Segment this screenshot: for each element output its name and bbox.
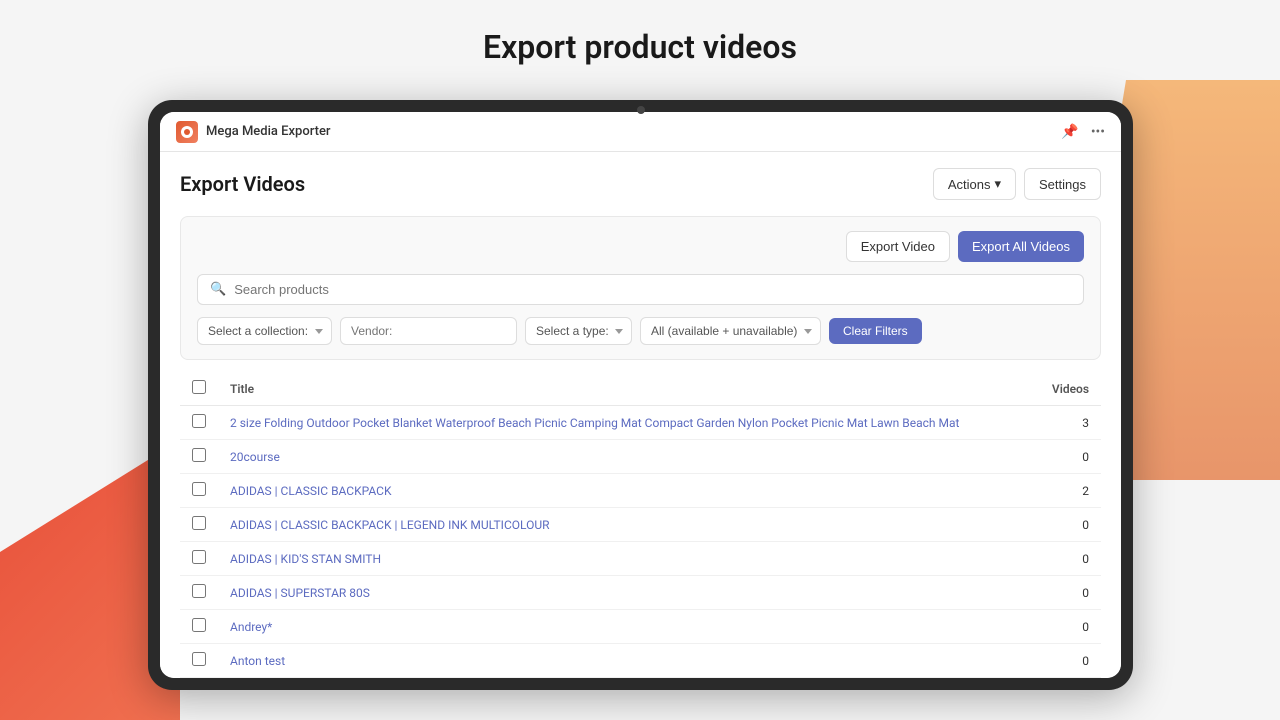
- table-row: ADIDAS | CLASSIC BACKPACK | LEGEND INK M…: [180, 508, 1101, 542]
- row-checkbox-cell: [180, 610, 218, 644]
- settings-button[interactable]: Settings: [1024, 168, 1101, 200]
- table-row: 20course 0: [180, 440, 1101, 474]
- row-checkbox-cell: [180, 576, 218, 610]
- app-header: Mega Media Exporter 📌 •••: [160, 112, 1121, 152]
- table-row: ADIDAS | KID'S STAN SMITH 0: [180, 542, 1101, 576]
- product-videos-cell: 0: [1035, 644, 1101, 678]
- product-title-link-4[interactable]: ADIDAS | KID'S STAN SMITH: [230, 552, 381, 566]
- filters-row: Select a collection: Select a type: All …: [197, 317, 1084, 345]
- toolbar-buttons: Export Video Export All Videos: [846, 231, 1084, 262]
- table-row: Andrey* 0: [180, 610, 1101, 644]
- toolbar-area: Export Video Export All Videos 🔍 Select …: [180, 216, 1101, 360]
- app-header-right: 📌 •••: [1061, 124, 1105, 140]
- product-title-cell: ADIDAS | SUPERSTAR 80S: [218, 576, 1035, 610]
- app-name-label: Mega Media Exporter: [206, 124, 331, 139]
- export-videos-heading: Export Videos: [180, 172, 305, 196]
- header-buttons: Actions ▾ Settings: [933, 168, 1101, 200]
- table-header-row: Title Videos: [180, 372, 1101, 406]
- select-all-checkbox[interactable]: [192, 380, 206, 394]
- row-checkbox-1[interactable]: [192, 448, 206, 462]
- search-bar: 🔍: [197, 274, 1084, 305]
- product-videos-cell: 2: [1035, 474, 1101, 508]
- device-camera: [637, 106, 645, 114]
- pin-icon[interactable]: 📌: [1061, 124, 1078, 140]
- vendor-filter[interactable]: [340, 317, 517, 345]
- row-checkbox-cell: [180, 406, 218, 440]
- table-row: ADIDAS | CLASSIC BACKPACK 2: [180, 474, 1101, 508]
- export-video-button[interactable]: Export Video: [846, 231, 950, 262]
- row-checkbox-4[interactable]: [192, 550, 206, 564]
- product-title-link-7[interactable]: Anton test: [230, 654, 285, 668]
- product-title-cell: Andrey*: [218, 610, 1035, 644]
- title-column-header: Title: [218, 372, 1035, 406]
- page-title: Export product videos: [0, 0, 1280, 84]
- product-title-link-5[interactable]: ADIDAS | SUPERSTAR 80S: [230, 586, 370, 600]
- product-title-link-0[interactable]: 2 size Folding Outdoor Pocket Blanket Wa…: [230, 416, 959, 430]
- chevron-down-icon: ▾: [994, 176, 1001, 192]
- collection-filter[interactable]: Select a collection:: [197, 317, 332, 345]
- select-all-column: [180, 372, 218, 406]
- product-title-link-1[interactable]: 20course: [230, 450, 280, 464]
- table-row: 2 size Folding Outdoor Pocket Blanket Wa…: [180, 406, 1101, 440]
- app-logo-dot: [184, 129, 190, 135]
- product-title-cell: ASICS TIGER | GEL-LYTE V '30 YEARS OF GE…: [218, 678, 1035, 679]
- product-title-cell: Anton test: [218, 644, 1035, 678]
- table-row: ASICS TIGER | GEL-LYTE V '30 YEARS OF GE…: [180, 678, 1101, 679]
- clear-filters-button[interactable]: Clear Filters: [829, 318, 922, 344]
- products-table: Title Videos 2 size Folding Outdoor Pock…: [180, 372, 1101, 678]
- row-checkbox-0[interactable]: [192, 414, 206, 428]
- row-checkbox-6[interactable]: [192, 618, 206, 632]
- product-videos-cell: 3: [1035, 406, 1101, 440]
- product-title-cell: ADIDAS | KID'S STAN SMITH: [218, 542, 1035, 576]
- product-title-cell: ADIDAS | CLASSIC BACKPACK | LEGEND INK M…: [218, 508, 1035, 542]
- export-all-videos-button[interactable]: Export All Videos: [958, 231, 1084, 262]
- row-checkbox-3[interactable]: [192, 516, 206, 530]
- app-header-left: Mega Media Exporter: [176, 121, 331, 143]
- product-videos-cell: 0: [1035, 508, 1101, 542]
- toolbar-top: Export Video Export All Videos: [197, 231, 1084, 262]
- row-checkbox-2[interactable]: [192, 482, 206, 496]
- page-header: Export Videos Actions ▾ Settings: [180, 168, 1101, 200]
- search-icon: 🔍: [210, 282, 226, 297]
- product-title-cell: 20course: [218, 440, 1035, 474]
- row-checkbox-5[interactable]: [192, 584, 206, 598]
- more-options-icon[interactable]: •••: [1091, 124, 1105, 140]
- product-videos-cell: 0: [1035, 610, 1101, 644]
- product-title-link-3[interactable]: ADIDAS | CLASSIC BACKPACK | LEGEND INK M…: [230, 518, 550, 532]
- product-title-link-6[interactable]: Andrey*: [230, 620, 272, 634]
- row-checkbox-cell: [180, 678, 218, 679]
- product-title-cell: ADIDAS | CLASSIC BACKPACK: [218, 474, 1035, 508]
- row-checkbox-cell: [180, 508, 218, 542]
- device-screen: Mega Media Exporter 📌 ••• Export Videos …: [160, 112, 1121, 678]
- product-title-cell: 2 size Folding Outdoor Pocket Blanket Wa…: [218, 406, 1035, 440]
- row-checkbox-cell: [180, 474, 218, 508]
- app-logo: [176, 121, 198, 143]
- row-checkbox-cell: [180, 644, 218, 678]
- app-logo-inner: [181, 126, 193, 138]
- row-checkbox-7[interactable]: [192, 652, 206, 666]
- product-videos-cell: 0: [1035, 440, 1101, 474]
- main-content: Export Videos Actions ▾ Settings Export …: [160, 152, 1121, 678]
- row-checkbox-cell: [180, 542, 218, 576]
- type-filter[interactable]: Select a type:: [525, 317, 632, 345]
- product-videos-cell: 0: [1035, 542, 1101, 576]
- product-title-link-2[interactable]: ADIDAS | CLASSIC BACKPACK: [230, 484, 392, 498]
- row-checkbox-cell: [180, 440, 218, 474]
- product-videos-cell: 0: [1035, 576, 1101, 610]
- table-row: ADIDAS | SUPERSTAR 80S 0: [180, 576, 1101, 610]
- table-row: Anton test 0: [180, 644, 1101, 678]
- videos-column-header: Videos: [1035, 372, 1101, 406]
- product-videos-cell: 0: [1035, 678, 1101, 679]
- search-input[interactable]: [234, 282, 1071, 297]
- device-frame: Mega Media Exporter 📌 ••• Export Videos …: [148, 100, 1133, 690]
- actions-button[interactable]: Actions ▾: [933, 168, 1016, 200]
- availability-filter[interactable]: All (available + unavailable): [640, 317, 821, 345]
